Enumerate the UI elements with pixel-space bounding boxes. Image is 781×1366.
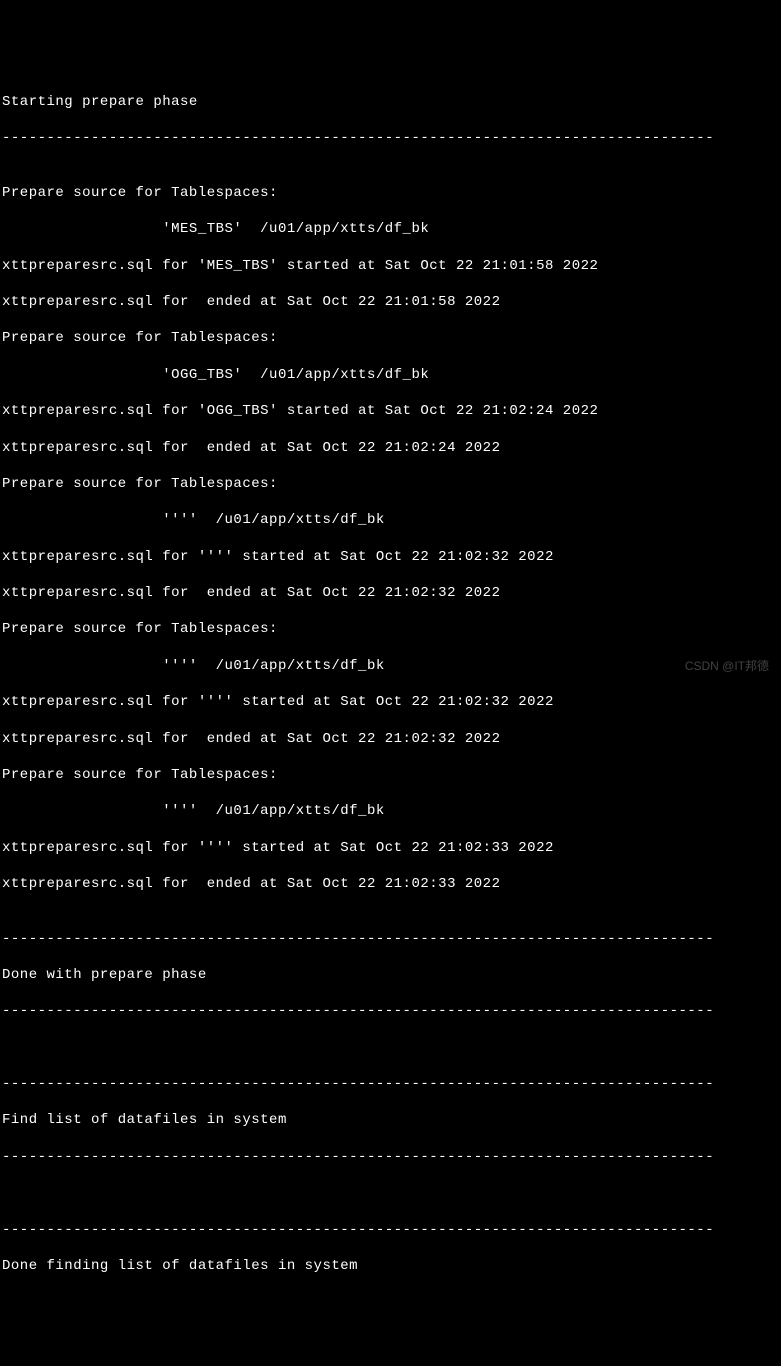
divider: ----------------------------------------… — [2, 129, 779, 147]
line: Prepare source for Tablespaces: — [2, 184, 779, 202]
line: Prepare source for Tablespaces: — [2, 620, 779, 638]
divider: ----------------------------------------… — [2, 930, 779, 948]
line: Prepare source for Tablespaces: — [2, 766, 779, 784]
divider: ----------------------------------------… — [2, 1221, 779, 1239]
line: Prepare source for Tablespaces: — [2, 475, 779, 493]
line: xttpreparesrc.sql for '''' started at Sa… — [2, 548, 779, 566]
line: 'OGG_TBS' /u01/app/xtts/df_bk — [2, 366, 779, 384]
line: Prepare source for Tablespaces: — [2, 329, 779, 347]
line: xttpreparesrc.sql for ended at Sat Oct 2… — [2, 439, 779, 457]
divider: ----------------------------------------… — [2, 1075, 779, 1093]
divider: ----------------------------------------… — [2, 1148, 779, 1166]
line: '''' /u01/app/xtts/df_bk — [2, 511, 779, 529]
line: xttpreparesrc.sql for ended at Sat Oct 2… — [2, 730, 779, 748]
line: xttpreparesrc.sql for ended at Sat Oct 2… — [2, 584, 779, 602]
line: Done with prepare phase — [2, 966, 779, 984]
line: '''' /u01/app/xtts/df_bk — [2, 802, 779, 820]
line: xttpreparesrc.sql for ended at Sat Oct 2… — [2, 875, 779, 893]
line: '''' /u01/app/xtts/df_bk — [2, 657, 779, 675]
divider: ----------------------------------------… — [2, 1002, 779, 1020]
line: Done finding list of datafiles in system — [2, 1257, 779, 1275]
line: 'MES_TBS' /u01/app/xtts/df_bk — [2, 220, 779, 238]
line: xttpreparesrc.sql for 'OGG_TBS' started … — [2, 402, 779, 420]
line: xttpreparesrc.sql for ended at Sat Oct 2… — [2, 293, 779, 311]
line: xttpreparesrc.sql for 'MES_TBS' started … — [2, 257, 779, 275]
line: xttpreparesrc.sql for '''' started at Sa… — [2, 839, 779, 857]
line: xttpreparesrc.sql for '''' started at Sa… — [2, 693, 779, 711]
line: Find list of datafiles in system — [2, 1111, 779, 1129]
watermark: CSDN @IT邦德 — [685, 659, 769, 675]
terminal-output: Starting prepare phase -----------------… — [2, 75, 779, 1294]
line: Starting prepare phase — [2, 93, 779, 111]
